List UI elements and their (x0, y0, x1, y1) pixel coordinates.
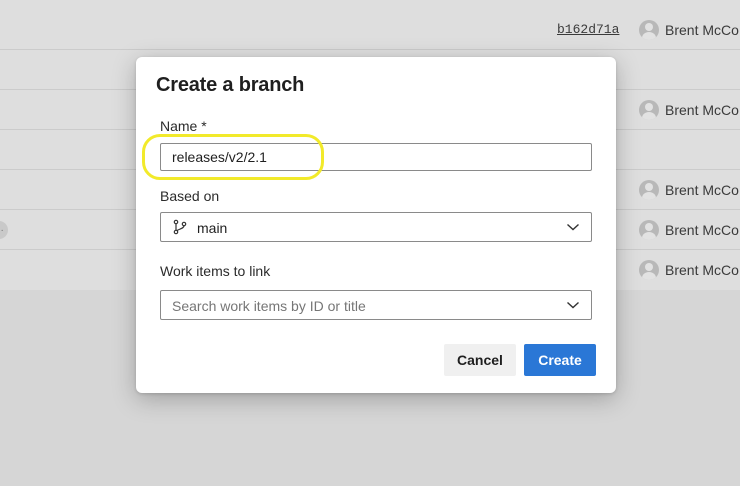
chevron-down-icon (567, 301, 579, 309)
based-on-dropdown[interactable]: main (160, 212, 592, 242)
branch-name-input[interactable] (160, 143, 592, 171)
name-label: Name * (160, 118, 207, 134)
dialog-title: Create a branch (156, 74, 305, 96)
chevron-down-icon (567, 223, 579, 231)
list-item[interactable]: b162d71a Brent McCo (0, 10, 740, 50)
author-name: Brent McCo (665, 182, 739, 198)
author-name: Brent McCo (665, 102, 739, 118)
avatar (639, 260, 659, 280)
create-branch-dialog: Create a branch Name * Based on main Wor… (136, 57, 616, 393)
avatar (639, 100, 659, 120)
create-button[interactable]: Create (524, 344, 596, 376)
commit-id-link[interactable]: b162d71a (557, 22, 619, 37)
author-name: Brent McCo (665, 222, 739, 238)
avatar (639, 180, 659, 200)
based-on-value: main (197, 220, 228, 236)
cancel-button[interactable]: Cancel (444, 344, 516, 376)
more-options-icon[interactable]: … (0, 221, 8, 239)
based-on-label: Based on (160, 188, 220, 204)
avatar (639, 20, 659, 40)
work-items-dropdown[interactable]: Search work items by ID or title (160, 290, 592, 320)
author-name: Brent McCo (665, 22, 739, 38)
work-items-label: Work items to link (160, 263, 271, 279)
author-name: Brent McCo (665, 262, 739, 278)
avatar (639, 220, 659, 240)
branch-icon (173, 219, 187, 235)
work-items-placeholder: Search work items by ID or title (172, 298, 366, 314)
